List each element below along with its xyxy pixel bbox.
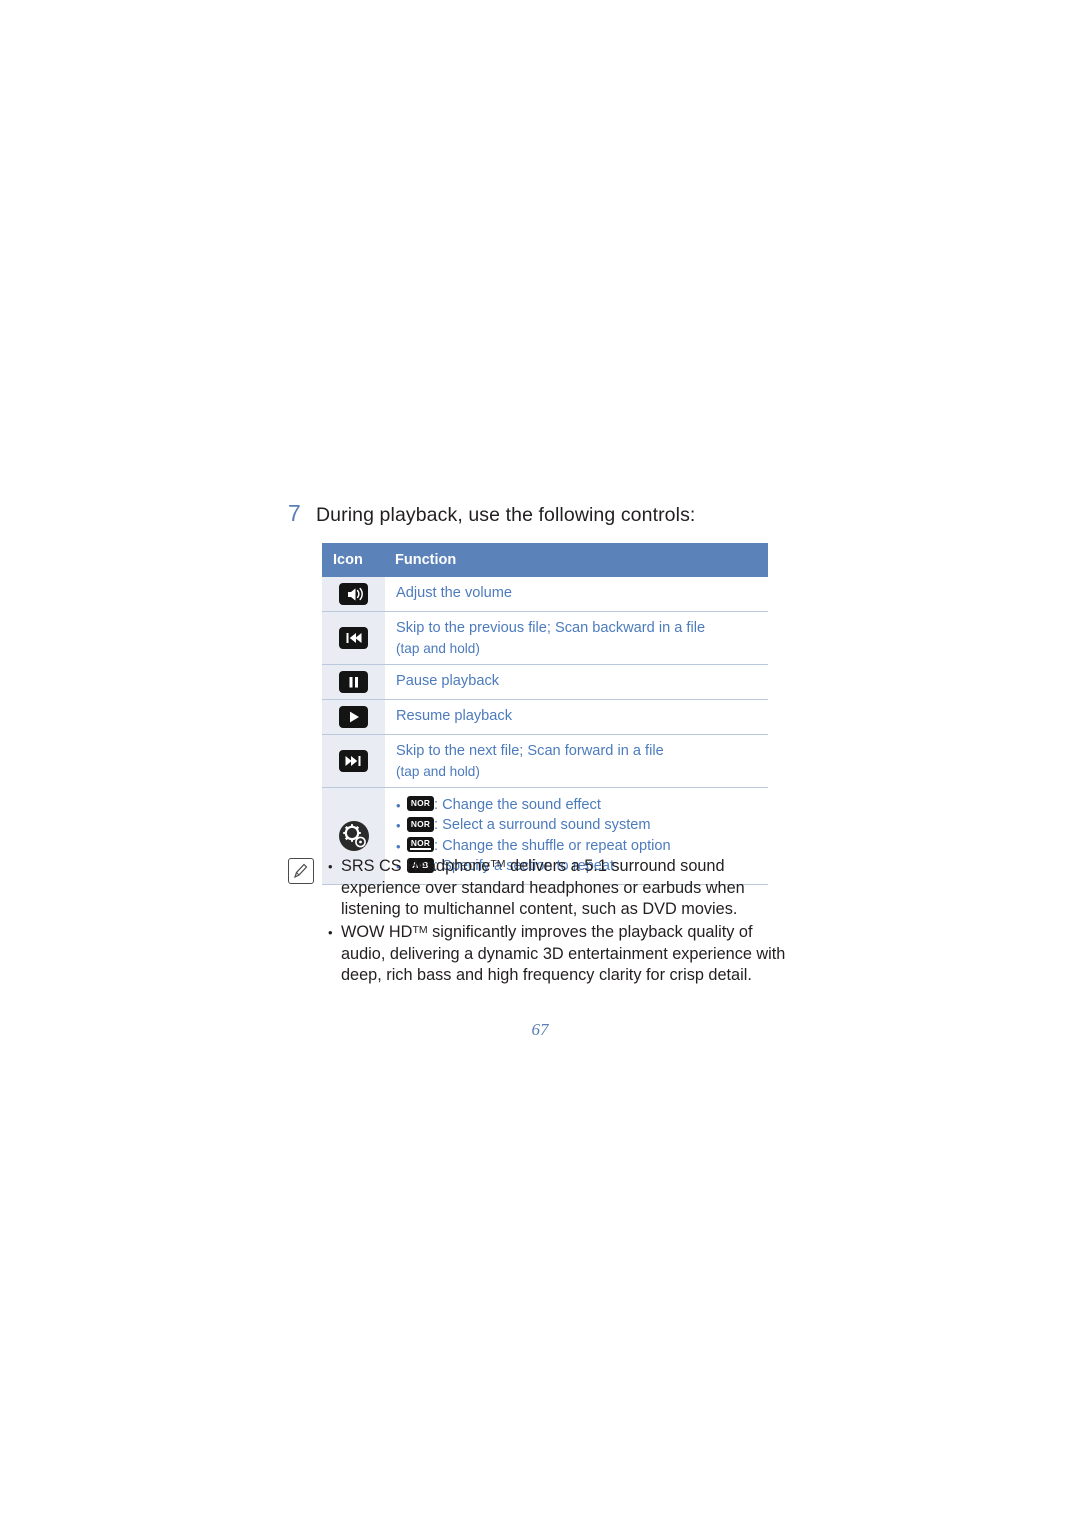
table-row: Pause playback: [322, 664, 768, 701]
playback-controls-table: Icon Function Adjust the volume Skip to …: [322, 543, 768, 885]
bullet-body: NOR: Change the sound effect: [407, 796, 762, 815]
column-header-icon: Icon: [322, 543, 385, 577]
icon-cell: [322, 611, 385, 666]
list-item: • NOR: Select a surround sound system: [396, 816, 762, 835]
note-text-prefix: SRS CS Headphone: [341, 857, 491, 875]
table-row: Skip to the next file; Scan forward in a…: [322, 734, 768, 789]
note-text: SRS CS HeadphoneTM delivers a 5.1 surrou…: [341, 856, 788, 921]
list-item: • NOR: Change the sound effect: [396, 796, 762, 815]
skip-previous-icon: [339, 627, 368, 649]
bullet-body: NOR: Change the shuffle or repeat option: [407, 837, 762, 856]
note-item: • SRS CS HeadphoneTM delivers a 5.1 surr…: [328, 856, 788, 921]
column-header-function: Function: [385, 543, 768, 577]
bullet-dot: •: [328, 925, 333, 941]
play-icon: [339, 706, 368, 729]
bullet-body: NOR: Select a surround sound system: [407, 816, 762, 835]
function-subtext: (tap and hold): [396, 763, 480, 779]
sound-effect-badge-icon: NOR: [407, 796, 434, 812]
function-cell: Pause playback: [385, 664, 768, 701]
function-cell: Skip to the next file; Scan forward in a…: [385, 734, 768, 789]
page-number: 67: [531, 1020, 549, 1039]
function-cell: Adjust the volume: [385, 577, 768, 612]
note-text: WOW HDTM significantly improves the play…: [341, 922, 788, 987]
function-cell: Resume playback: [385, 699, 768, 736]
bullet-dot: •: [396, 818, 401, 834]
step-heading: 7 During playback, use the following con…: [288, 500, 808, 527]
note-pencil-icon: [288, 858, 314, 884]
note-body: • SRS CS HeadphoneTM delivers a 5.1 surr…: [328, 856, 788, 987]
table-header-row: Icon Function: [322, 543, 768, 577]
table-row: Resume playback: [322, 699, 768, 736]
function-text: Adjust the volume: [396, 585, 513, 601]
step-text: During playback, use the following contr…: [316, 504, 696, 526]
icon-cell: [322, 699, 385, 736]
icon-cell: [322, 577, 385, 612]
list-item-text: : Change the shuffle or repeat option: [434, 837, 671, 854]
step-number: 7: [288, 500, 301, 526]
settings-gear-icon: [338, 820, 369, 851]
function-text: Skip to the next file; Scan forward in a…: [396, 743, 664, 760]
bullet-dot: •: [396, 797, 401, 813]
list-item: • NOR: Change the shuffle or repeat opti…: [396, 837, 762, 856]
shuffle-repeat-badge-icon: NOR: [407, 837, 434, 853]
badge-label: NOR: [410, 838, 431, 849]
function-text: Skip to the previous file; Scan backward…: [396, 620, 706, 636]
note-block: • SRS CS HeadphoneTM delivers a 5.1 surr…: [288, 856, 788, 987]
function-text: Pause playback: [396, 673, 500, 690]
note-item: • WOW HDTM significantly improves the pl…: [328, 922, 788, 987]
function-subtext: (tap and hold): [396, 640, 480, 656]
function-cell: Skip to the previous file; Scan backward…: [385, 611, 768, 666]
document-page: 7 During playback, use the following con…: [0, 0, 1080, 1528]
table-row: Skip to the previous file; Scan backward…: [322, 611, 768, 666]
list-item-text: : Select a surround sound system: [434, 817, 651, 834]
bullet-dot: •: [328, 859, 333, 874]
function-text: Resume playback: [396, 708, 512, 725]
note-text-prefix: WOW HD: [341, 923, 413, 942]
surround-sound-badge-icon: NOR: [407, 816, 434, 832]
badge-underline: [410, 848, 431, 851]
skip-next-icon: [339, 750, 368, 773]
icon-cell: [322, 664, 385, 701]
pause-icon: [339, 671, 368, 694]
volume-icon: [339, 583, 368, 605]
table-row: Adjust the volume: [322, 577, 768, 612]
trademark-mark: TM: [412, 924, 428, 937]
icon-cell: [322, 734, 385, 789]
trademark-mark: TM: [490, 858, 506, 870]
list-item-text: : Change the sound effect: [434, 796, 601, 813]
bullet-dot: •: [396, 838, 401, 854]
